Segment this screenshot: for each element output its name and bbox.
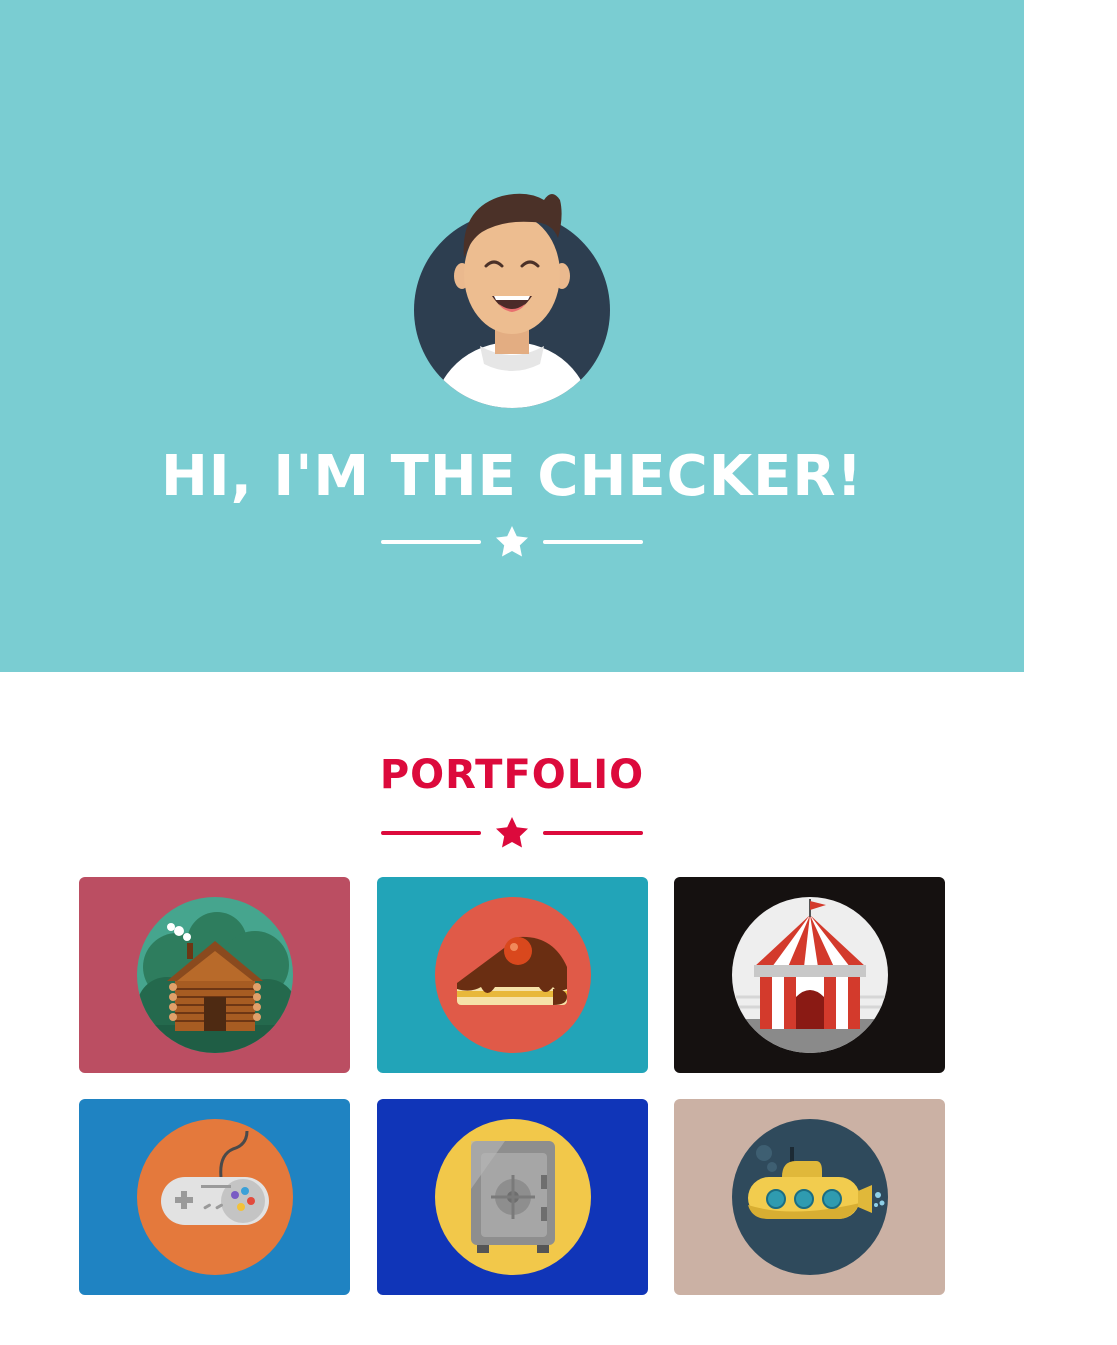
divider-line-left — [381, 831, 481, 835]
cake-icon — [435, 897, 591, 1053]
submarine-icon — [732, 1119, 888, 1275]
star-icon — [496, 526, 528, 557]
portfolio-title: PORTFOLIO — [379, 752, 645, 798]
cabin-icon — [137, 897, 293, 1053]
circus-tent-icon — [732, 897, 888, 1053]
portfolio-item-cabin[interactable] — [79, 877, 350, 1073]
avatar-illustration — [414, 193, 610, 408]
divider-line-right — [543, 831, 643, 835]
gamepad-icon — [137, 1119, 293, 1275]
hero-title: HI, I'M THE CHECKER! — [160, 444, 864, 509]
portfolio-item-circus[interactable] — [674, 877, 945, 1073]
hero-section: HI, I'M THE CHECKER! — [0, 0, 1024, 672]
portfolio-item-submarine[interactable] — [674, 1099, 945, 1295]
portfolio-divider — [0, 816, 1024, 850]
divider-line-right — [543, 540, 643, 544]
hero-divider — [0, 525, 1024, 559]
portfolio-item-safe[interactable] — [377, 1099, 648, 1295]
divider-line-left — [381, 540, 481, 544]
portfolio-item-cake[interactable] — [377, 877, 648, 1073]
safe-icon — [435, 1119, 591, 1275]
portfolio-item-game[interactable] — [79, 1099, 350, 1295]
star-icon — [496, 817, 528, 848]
